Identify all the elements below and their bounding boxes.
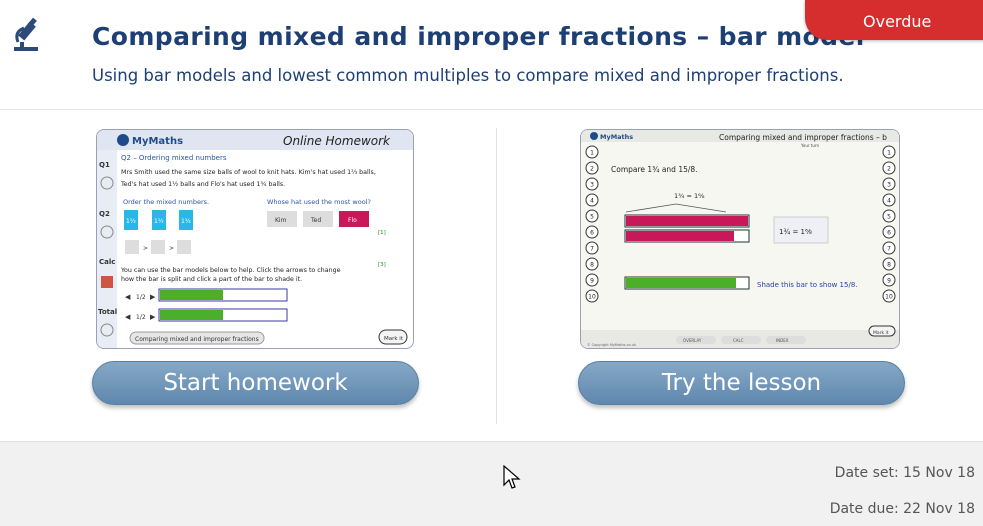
copyright-label: © Copyright MyMaths.co.uk bbox=[587, 343, 637, 347]
bar-shaded-part bbox=[626, 216, 748, 226]
page-number-label: 9 bbox=[887, 278, 891, 285]
bar-fraction: 1/2 bbox=[136, 314, 146, 321]
bar-shaded-part[interactable] bbox=[160, 290, 223, 300]
name-label: Flo bbox=[348, 217, 357, 224]
tab-label: CALC bbox=[733, 338, 744, 343]
calculator-icon[interactable] bbox=[101, 276, 113, 288]
mark-it-label: Mark it bbox=[873, 330, 889, 336]
question-text-line: Mrs Smith used the same size balls of wo… bbox=[121, 169, 376, 176]
page-number-label: 3 bbox=[887, 182, 891, 189]
bar-shaded-part[interactable] bbox=[626, 278, 736, 288]
gt-sign: > bbox=[143, 245, 148, 252]
page-number-label: 1 bbox=[887, 150, 891, 157]
lesson-preview[interactable]: MyMaths Comparing mixed and improper fra… bbox=[580, 129, 900, 349]
tab-label: OVERLAY bbox=[683, 338, 702, 343]
footer-tab-label: Comparing mixed and improper fractions bbox=[135, 336, 259, 343]
task-header: Comparing mixed and improper fractions –… bbox=[0, 0, 983, 110]
mouse-pointer-icon bbox=[503, 465, 521, 489]
tile-value: 1⅔ bbox=[126, 218, 136, 225]
compare-prompt: Compare 1¾ and 15/8. bbox=[611, 165, 698, 174]
bar-fraction: 1/2 bbox=[136, 294, 146, 301]
your-turn-label: Your turn bbox=[800, 143, 819, 148]
whose-prompt: Whose hat used the most wool? bbox=[267, 198, 371, 206]
side-label: Q1 bbox=[99, 161, 110, 169]
answer-slot[interactable] bbox=[151, 240, 165, 254]
task-footer: Date set: 15 Nov 18 Date due: 22 Nov 18 bbox=[0, 441, 983, 526]
homework-preview[interactable]: MyMaths Online Homework Q1 Q2 Calc Total… bbox=[96, 129, 414, 349]
page-number-label: 7 bbox=[590, 246, 594, 253]
overdue-badge: Overdue bbox=[805, 0, 983, 40]
page-number-label: 8 bbox=[590, 262, 594, 269]
page-number-label: 6 bbox=[887, 230, 891, 237]
start-homework-button[interactable]: Start homework bbox=[92, 361, 419, 405]
mark-label: [3] bbox=[378, 262, 386, 268]
page-number-label: 9 bbox=[590, 278, 594, 285]
date-set-label: Date set: 15 Nov 18 bbox=[834, 465, 975, 481]
arrow-left-icon[interactable]: ◀ bbox=[125, 293, 131, 301]
try-lesson-button[interactable]: Try the lesson bbox=[578, 361, 905, 405]
name-label: Kim bbox=[275, 217, 287, 224]
gt-sign: > bbox=[169, 245, 174, 252]
page-number-label: 10 bbox=[588, 294, 596, 301]
mymaths-logo-icon bbox=[117, 134, 129, 146]
question-title: Q2 – Ordering mixed numbers bbox=[121, 154, 227, 162]
mark-label: [1] bbox=[378, 230, 386, 236]
shade-instruction: Shade this bar to show 15/8. bbox=[757, 281, 858, 289]
page-number-label: 2 bbox=[887, 166, 891, 173]
tile-value: 1½ bbox=[154, 218, 164, 225]
arrow-right-icon[interactable]: ▶ bbox=[150, 313, 156, 321]
microscope-icon bbox=[14, 17, 38, 51]
brand-label: MyMaths bbox=[132, 136, 183, 147]
tile-value: 1¾ bbox=[181, 218, 191, 225]
page-number-label: 2 bbox=[590, 166, 594, 173]
mymaths-logo-icon bbox=[590, 132, 598, 140]
task-subtitle: Using bar models and lowest common multi… bbox=[92, 66, 844, 85]
page-number-label: 8 bbox=[887, 262, 891, 269]
bar-shaded-part[interactable] bbox=[160, 310, 223, 320]
arrow-right-icon[interactable]: ▶ bbox=[150, 293, 156, 301]
page-number-label: 1 bbox=[590, 150, 594, 157]
tab-label: INDEX bbox=[776, 338, 789, 343]
arrow-left-icon[interactable]: ◀ bbox=[125, 313, 131, 321]
column-divider bbox=[496, 128, 497, 424]
brand-label: MyMaths bbox=[600, 133, 633, 141]
bracket-equation: 1¾ = 1⁶⁄₈ bbox=[674, 192, 705, 200]
order-prompt: Order the mixed numbers. bbox=[123, 198, 209, 206]
mark-it-label: Mark it bbox=[384, 336, 404, 342]
answer-slot[interactable] bbox=[177, 240, 191, 254]
task-title: Comparing mixed and improper fractions –… bbox=[92, 22, 865, 51]
page-number-label: 6 bbox=[590, 230, 594, 237]
bar-shaded-part bbox=[626, 231, 734, 241]
side-label: Total bbox=[98, 308, 117, 316]
help-text-line: how the bar is split and click a part of… bbox=[121, 276, 302, 283]
help-text-line: You can use the bar models below to help… bbox=[120, 267, 341, 274]
lesson-heading: Comparing mixed and improper fractions –… bbox=[719, 133, 887, 142]
page-number-label: 3 bbox=[590, 182, 594, 189]
answer-slot[interactable] bbox=[125, 240, 139, 254]
equation-text: 1¾ = 1⁶⁄₈ bbox=[779, 228, 812, 236]
side-label: Q2 bbox=[99, 210, 110, 218]
page-number-label: 4 bbox=[887, 198, 891, 205]
page-number-label: 7 bbox=[887, 246, 891, 253]
page-number-label: 5 bbox=[590, 214, 594, 221]
page-number-label: 10 bbox=[885, 294, 893, 301]
question-text-line: Ted's hat used 1½ balls and Flo's hat us… bbox=[120, 180, 285, 188]
online-homework-heading: Online Homework bbox=[283, 134, 391, 148]
page-number-label: 5 bbox=[887, 214, 891, 221]
side-label: Calc bbox=[99, 258, 115, 266]
date-due-label: Date due: 22 Nov 18 bbox=[829, 501, 975, 517]
page-number-label: 4 bbox=[590, 198, 594, 205]
name-label: Ted bbox=[310, 217, 321, 224]
